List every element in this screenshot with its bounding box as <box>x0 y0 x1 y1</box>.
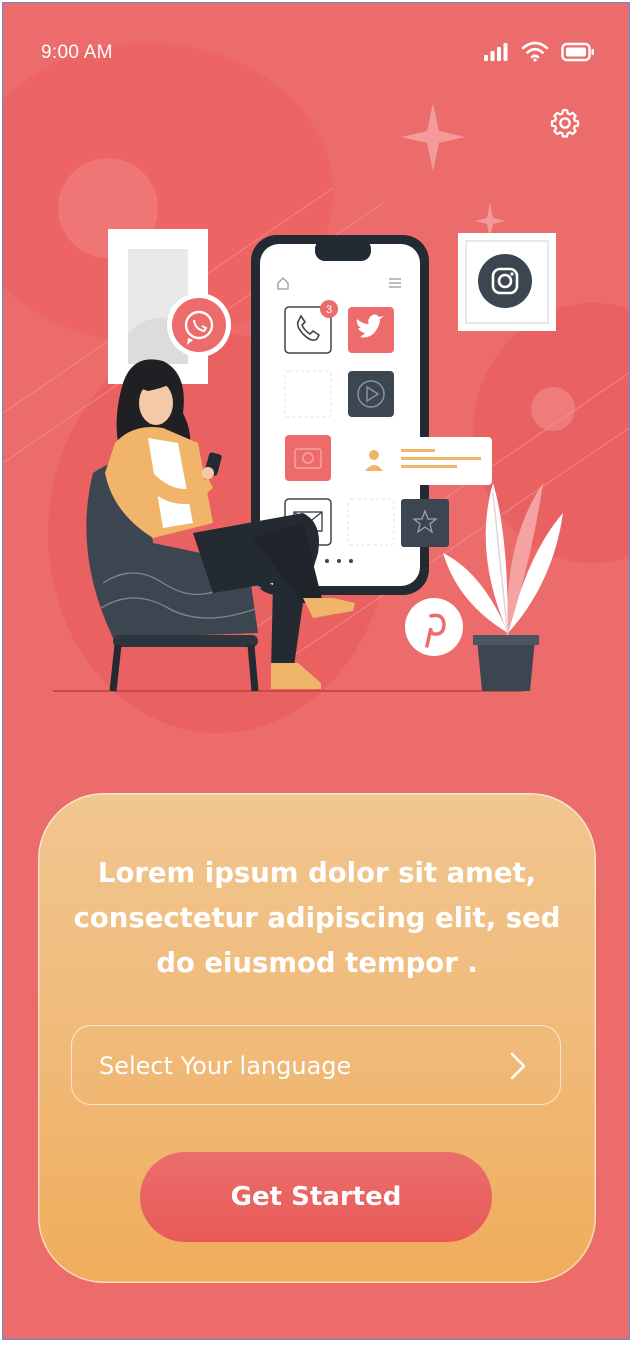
wifi-icon <box>521 41 549 62</box>
signal-icon <box>484 42 508 61</box>
language-select[interactable]: Select Your language <box>71 1025 561 1105</box>
battery-icon <box>561 42 594 61</box>
status-icons <box>483 41 595 62</box>
chevron-right-icon <box>510 1052 526 1080</box>
contact-card <box>355 437 492 485</box>
get-started-button[interactable]: Get Started <box>140 1152 492 1242</box>
user-icon <box>369 450 379 460</box>
onboarding-screen: 9:00 AM 3 Lorem ipsum dolor sit amet, co… <box>2 2 630 1340</box>
sparkle-icon <box>401 103 465 171</box>
pinterest-badge <box>405 598 463 656</box>
language-select-placeholder: Select Your language <box>99 1052 352 1080</box>
hero-illustration: 3 <box>3 103 629 692</box>
phone-app-icon: 3 <box>284 300 338 354</box>
onboarding-card: Lorem ipsum dolor sit amet, consectetur … <box>38 793 596 1283</box>
whatsapp-bubble <box>167 293 231 357</box>
star-app-icon <box>401 499 449 547</box>
status-time: 9:00 AM <box>41 42 113 63</box>
headline-text: Lorem ipsum dolor sit amet, consectetur … <box>73 857 561 979</box>
instagram-frame <box>458 233 556 331</box>
camera-app-icon <box>285 435 331 481</box>
notification-badge: 3 <box>326 304 332 316</box>
twitter-app-icon <box>348 307 394 353</box>
video-app-icon <box>348 371 394 417</box>
